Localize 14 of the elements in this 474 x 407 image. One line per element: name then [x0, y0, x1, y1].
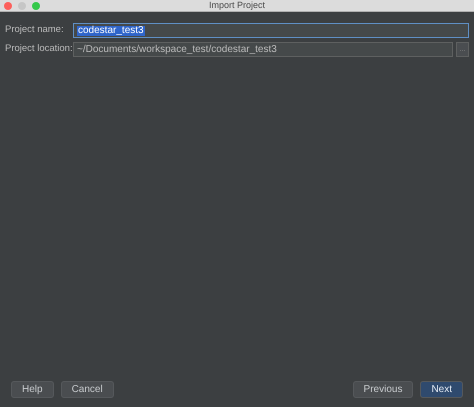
- window-title: Import Project: [208, 1, 266, 10]
- close-icon[interactable]: [4, 2, 12, 10]
- dialog-button[interactable]: Previous: [352, 381, 414, 398]
- maximize-icon[interactable]: [32, 2, 40, 10]
- dialog-button[interactable]: Help: [11, 381, 54, 398]
- dialog-button[interactable]: Cancel: [60, 381, 114, 398]
- field-label: Project name:: [5, 23, 65, 38]
- dialog-button[interactable]: Next: [420, 381, 463, 398]
- minimize-icon[interactable]: [18, 2, 26, 10]
- field-value: ~/Documents/workspace_test/codestar_test3: [77, 44, 277, 54]
- field-value: codestar_test3: [77, 26, 145, 36]
- text-field[interactable]: ~/Documents/workspace_test/codestar_test3: [73, 42, 453, 57]
- text-field[interactable]: codestar_test3: [73, 23, 469, 38]
- field-label: Project location:: [5, 42, 73, 56]
